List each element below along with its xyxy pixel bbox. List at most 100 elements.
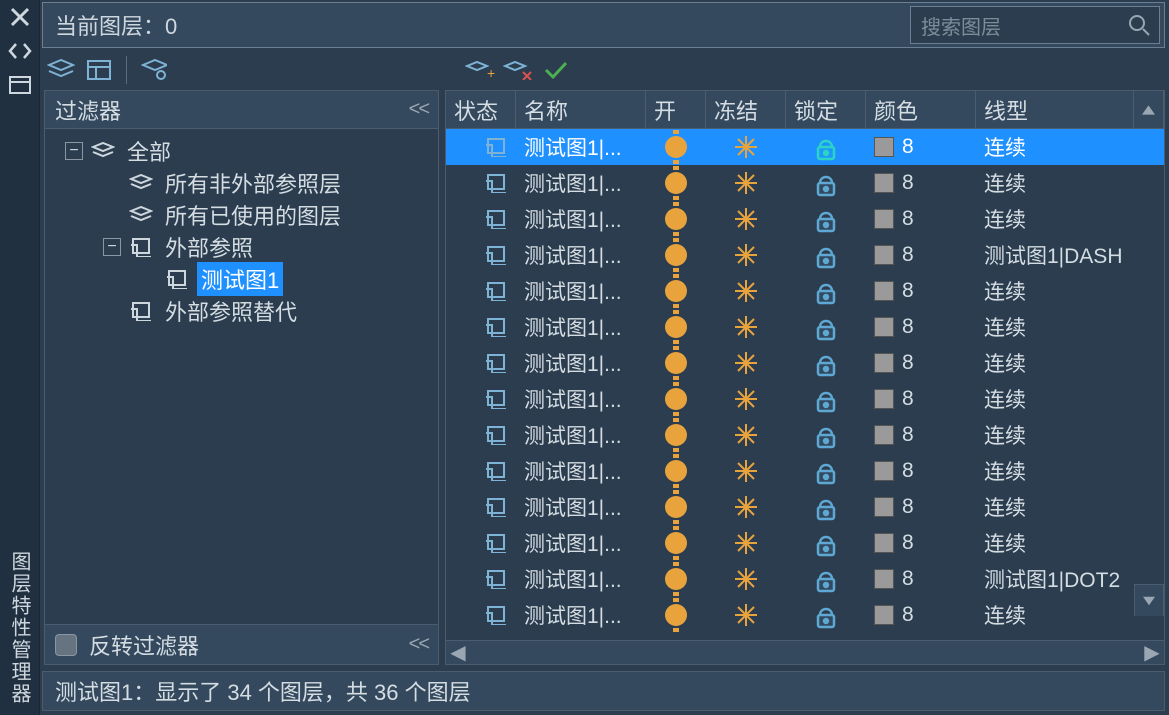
close-icon[interactable] bbox=[5, 2, 35, 32]
tree-node[interactable]: 测试图1 bbox=[49, 263, 434, 295]
table-row[interactable]: 测试图1|...8连续 bbox=[446, 129, 1164, 165]
on-cell[interactable] bbox=[646, 237, 706, 273]
collapse-filter-footer-icon[interactable]: << bbox=[409, 633, 428, 656]
lock-cell[interactable] bbox=[786, 561, 866, 597]
collapse-icon[interactable]: − bbox=[65, 142, 83, 160]
lock-cell[interactable] bbox=[786, 381, 866, 417]
table-row[interactable]: 测试图1|...8连续 bbox=[446, 345, 1164, 381]
collapse-filter-icon[interactable]: << bbox=[409, 98, 428, 121]
lock-cell[interactable] bbox=[786, 525, 866, 561]
table-row[interactable]: 测试图1|...8测试图1|DOT2 bbox=[446, 561, 1164, 597]
on-cell[interactable] bbox=[646, 525, 706, 561]
color-cell[interactable]: 8 bbox=[866, 417, 976, 453]
layer-filter-icon[interactable] bbox=[84, 55, 114, 85]
color-cell[interactable]: 8 bbox=[866, 453, 976, 489]
on-cell[interactable] bbox=[646, 453, 706, 489]
freeze-cell[interactable] bbox=[706, 237, 786, 273]
on-cell[interactable] bbox=[646, 129, 706, 165]
dock-toggle-icon[interactable] bbox=[5, 36, 35, 66]
freeze-cell[interactable] bbox=[706, 525, 786, 561]
freeze-cell[interactable] bbox=[706, 201, 786, 237]
on-cell[interactable] bbox=[646, 597, 706, 633]
color-cell[interactable]: 8 bbox=[866, 273, 976, 309]
color-cell[interactable]: 8 bbox=[866, 309, 976, 345]
lock-cell[interactable] bbox=[786, 201, 866, 237]
on-cell[interactable] bbox=[646, 309, 706, 345]
scroll-down-icon[interactable] bbox=[1134, 584, 1164, 616]
col-on[interactable]: 开 bbox=[646, 91, 706, 128]
collapse-icon[interactable]: − bbox=[103, 238, 121, 256]
freeze-cell[interactable] bbox=[706, 453, 786, 489]
on-cell[interactable] bbox=[646, 201, 706, 237]
col-lock[interactable]: 锁定 bbox=[786, 91, 866, 128]
table-row[interactable]: 测试图1|...8连续 bbox=[446, 165, 1164, 201]
lock-cell[interactable] bbox=[786, 453, 866, 489]
lock-cell[interactable] bbox=[786, 597, 866, 633]
table-row[interactable]: 测试图1|...8连续 bbox=[446, 597, 1164, 633]
color-cell[interactable]: 8 bbox=[866, 525, 976, 561]
col-freeze[interactable]: 冻结 bbox=[706, 91, 786, 128]
on-cell[interactable] bbox=[646, 417, 706, 453]
freeze-cell[interactable] bbox=[706, 597, 786, 633]
on-cell[interactable] bbox=[646, 165, 706, 201]
scroll-right-icon[interactable]: ▶ bbox=[1140, 640, 1164, 665]
freeze-cell[interactable] bbox=[706, 165, 786, 201]
color-cell[interactable]: 8 bbox=[866, 489, 976, 525]
freeze-cell[interactable] bbox=[706, 273, 786, 309]
table-row[interactable]: 测试图1|...8连续 bbox=[446, 381, 1164, 417]
table-row[interactable]: 测试图1|...8连续 bbox=[446, 453, 1164, 489]
freeze-cell[interactable] bbox=[706, 309, 786, 345]
col-linetype[interactable]: 线型 bbox=[976, 91, 1134, 128]
table-row[interactable]: 测试图1|...8测试图1|DASH bbox=[446, 237, 1164, 273]
freeze-cell[interactable] bbox=[706, 489, 786, 525]
horizontal-scrollbar[interactable]: ◀ ▶ bbox=[446, 640, 1164, 664]
col-color[interactable]: 颜色 bbox=[866, 91, 976, 128]
color-cell[interactable]: 8 bbox=[866, 597, 976, 633]
col-status[interactable]: 状态 bbox=[446, 91, 516, 128]
on-cell[interactable] bbox=[646, 345, 706, 381]
on-cell[interactable] bbox=[646, 489, 706, 525]
table-row[interactable]: 测试图1|...8连续 bbox=[446, 273, 1164, 309]
new-layer-icon[interactable]: + bbox=[465, 55, 495, 85]
freeze-cell[interactable] bbox=[706, 381, 786, 417]
color-cell[interactable]: 8 bbox=[866, 165, 976, 201]
color-cell[interactable]: 8 bbox=[866, 561, 976, 597]
col-name[interactable]: 名称 bbox=[516, 91, 646, 128]
lock-cell[interactable] bbox=[786, 273, 866, 309]
tree-node[interactable]: 外部参照替代 bbox=[49, 295, 434, 327]
on-cell[interactable] bbox=[646, 561, 706, 597]
table-row[interactable]: 测试图1|...8连续 bbox=[446, 201, 1164, 237]
table-row[interactable]: 测试图1|...8连续 bbox=[446, 309, 1164, 345]
panel-icon[interactable] bbox=[5, 70, 35, 100]
freeze-cell[interactable] bbox=[706, 417, 786, 453]
freeze-cell[interactable] bbox=[706, 345, 786, 381]
scroll-left-icon[interactable]: ◀ bbox=[446, 640, 470, 665]
lock-cell[interactable] bbox=[786, 417, 866, 453]
search-icon[interactable] bbox=[1119, 14, 1159, 36]
lock-cell[interactable] bbox=[786, 345, 866, 381]
tree-node[interactable]: 所有已使用的图层 bbox=[49, 199, 434, 231]
table-row[interactable]: 测试图1|...8连续 bbox=[446, 489, 1164, 525]
delete-layer-icon[interactable] bbox=[503, 55, 533, 85]
lock-cell[interactable] bbox=[786, 237, 866, 273]
color-cell[interactable]: 8 bbox=[866, 345, 976, 381]
color-cell[interactable]: 8 bbox=[866, 129, 976, 165]
color-cell[interactable]: 8 bbox=[866, 237, 976, 273]
table-row[interactable]: 测试图1|...8连续 bbox=[446, 525, 1164, 561]
on-cell[interactable] bbox=[646, 273, 706, 309]
layer-states-icon[interactable] bbox=[46, 55, 76, 85]
lock-cell[interactable] bbox=[786, 309, 866, 345]
freeze-cell[interactable] bbox=[706, 561, 786, 597]
on-cell[interactable] bbox=[646, 381, 706, 417]
color-cell[interactable]: 8 bbox=[866, 381, 976, 417]
layer-settings-icon[interactable] bbox=[139, 55, 169, 85]
apply-icon[interactable] bbox=[541, 55, 571, 85]
lock-cell[interactable] bbox=[786, 129, 866, 165]
scroll-up-icon[interactable] bbox=[1134, 91, 1164, 128]
lock-cell[interactable] bbox=[786, 489, 866, 525]
search-input[interactable]: 搜索图层 bbox=[910, 6, 1160, 44]
freeze-cell[interactable] bbox=[706, 129, 786, 165]
lock-cell[interactable] bbox=[786, 165, 866, 201]
color-cell[interactable]: 8 bbox=[866, 201, 976, 237]
table-row[interactable]: 测试图1|...8连续 bbox=[446, 417, 1164, 453]
